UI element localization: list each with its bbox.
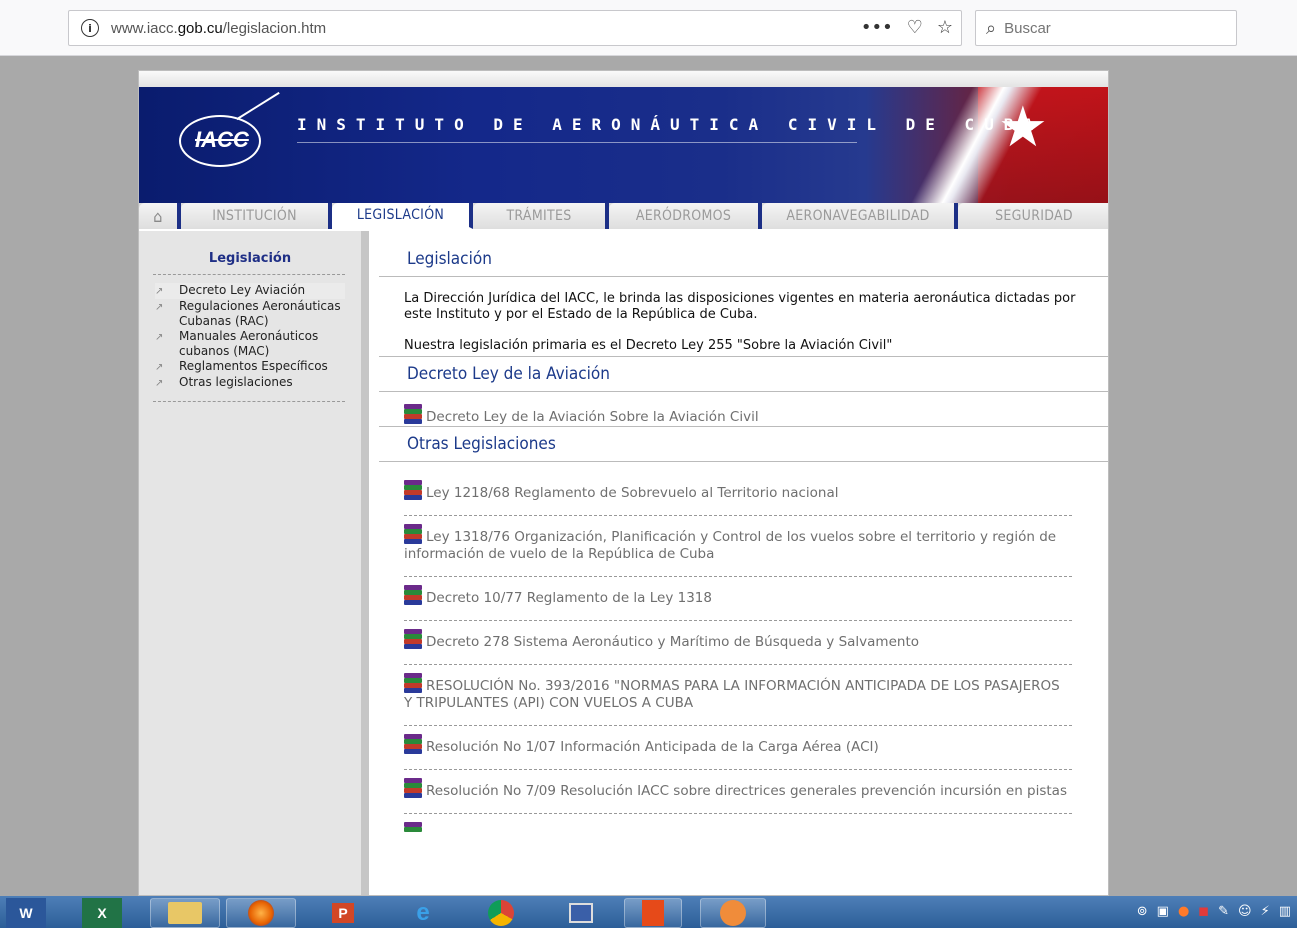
- powerpoint-taskbar-icon[interactable]: P: [318, 898, 368, 928]
- list-item[interactable]: Resolución No 1/07 Información Anticipad…: [404, 726, 1072, 770]
- books-icon: [404, 480, 426, 500]
- app2-taskbar-icon[interactable]: [700, 898, 766, 928]
- tray-icon[interactable]: ●: [1178, 904, 1189, 919]
- section-heading-decreto: Decreto Ley de la Aviación: [379, 356, 1108, 392]
- sidebar-title: Legislación: [208, 251, 292, 266]
- list-item[interactable]: Ley 1318/76 Organización, Planificación …: [404, 516, 1072, 577]
- tray-icon[interactable]: ✎: [1218, 904, 1229, 919]
- pocket-icon[interactable]: ♡: [907, 17, 923, 38]
- more-icon[interactable]: •••: [861, 17, 893, 38]
- books-icon: [404, 822, 426, 842]
- firefox-taskbar-icon[interactable]: [226, 898, 296, 928]
- sidebar-menu: ↗ Decreto Ley Aviación ↗ Regulaciones Aero…: [155, 283, 345, 391]
- tab-legislacion[interactable]: LEGISLACIÓN: [332, 203, 473, 229]
- sidebar-item-otras[interactable]: ↗ Otras legislaciones: [155, 375, 345, 391]
- search-input[interactable]: [1004, 19, 1205, 37]
- books-icon: [404, 585, 426, 605]
- page-container: ★ IACC INSTITUTO DE AERONÁUTICA CIVIL DE…: [138, 70, 1109, 896]
- tab-tramites[interactable]: TRÁMITES: [473, 203, 609, 229]
- pdf-taskbar-icon[interactable]: [624, 898, 682, 928]
- primary-text: Nuestra legislación primaria es el Decre…: [404, 338, 893, 353]
- tab-aeronavegabilidad[interactable]: AERONAVEGABILIDAD: [762, 203, 958, 229]
- sidebar-divider: [153, 274, 345, 275]
- search-icon: ⌕: [986, 17, 997, 39]
- header-banner: ★ IACC INSTITUTO DE AERONÁUTICA CIVIL DE…: [139, 87, 1108, 205]
- explorer-taskbar-icon[interactable]: [150, 898, 220, 928]
- list-item[interactable]: Decreto 10/77 Reglamento de la Ley 1318: [404, 577, 1072, 621]
- logo-streak: [236, 91, 280, 121]
- list-item[interactable]: RESOLUCIÓN No. 393/2016 "NORMAS PARA LA …: [404, 665, 1072, 726]
- tab-home[interactable]: ⌂: [139, 203, 181, 229]
- page-top-strip: [139, 71, 1108, 87]
- chrome-taskbar-icon[interactable]: [476, 898, 526, 928]
- books-icon: [404, 524, 426, 544]
- tab-seguridad[interactable]: SEGURIDAD: [958, 203, 1108, 229]
- url-text[interactable]: www.iacc.gob.cu/legislacion.htm: [111, 20, 326, 37]
- arrow-icon: ↗: [155, 286, 164, 297]
- sidebar-item-rac[interactable]: ↗ Regulaciones Aeronáuticas Cubanas (RAC): [155, 299, 345, 329]
- info-icon[interactable]: i: [81, 19, 99, 37]
- arrow-icon: ↗: [155, 378, 164, 389]
- books-icon: [404, 629, 426, 649]
- arrow-icon: ↗: [155, 302, 164, 313]
- main-content: Legislación La Dirección Jurídica del IA…: [379, 231, 1108, 857]
- books-icon: [404, 734, 426, 754]
- iacc-logo[interactable]: IACC: [175, 91, 280, 185]
- tab-aerodromos[interactable]: AERÓDROMOS: [609, 203, 762, 229]
- otras-list: Ley 1218/68 Reglamento de Sobrevuelo al …: [379, 472, 1108, 857]
- section-heading-legislacion: Legislación: [379, 241, 1108, 277]
- search-box[interactable]: ⌕: [975, 10, 1237, 46]
- address-bar[interactable]: i www.iacc.gob.cu/legislacion.htm ••• ♡ …: [68, 10, 962, 46]
- books-icon: [404, 778, 426, 798]
- tray-icon[interactable]: ⚡: [1261, 904, 1270, 919]
- site-title: INSTITUTO DE AERONÁUTICA CIVIL DE CUBA: [297, 115, 1044, 134]
- title-underline: [297, 142, 857, 143]
- list-item[interactable]: Decreto Ley de la Aviación Sobre la Avia…: [404, 392, 1072, 426]
- tray-icon[interactable]: ⊚: [1137, 904, 1148, 919]
- browser-toolbar: i www.iacc.gob.cu/legislacion.htm ••• ♡ …: [0, 0, 1297, 56]
- books-icon: [404, 673, 426, 693]
- logo-text: IACC: [195, 127, 249, 152]
- star-icon[interactable]: ☆: [937, 17, 953, 38]
- main-nav: ⌂ INSTITUCIÓN LEGISLACIÓN TRÁMITES AERÓD…: [139, 203, 1108, 229]
- list-item[interactable]: Decreto 278 Sistema Aeronáutico y Maríti…: [404, 621, 1072, 665]
- sidebar-item-mac[interactable]: ↗ Manuales Aeronáuticos cubanos (MAC): [155, 329, 345, 359]
- sidebar-divider: [153, 401, 345, 402]
- intro-text: La Dirección Jurídica del IACC, le brind…: [404, 291, 1076, 322]
- ie-taskbar-icon[interactable]: e: [398, 898, 448, 928]
- tray-icon[interactable]: ▣: [1157, 904, 1169, 919]
- word-taskbar-icon[interactable]: W: [6, 898, 46, 928]
- sidebar-item-reglamentos[interactable]: ↗ Reglamentos Específicos: [155, 359, 345, 375]
- arrow-icon: ↗: [155, 362, 164, 373]
- books-icon: [404, 404, 426, 424]
- arrow-icon: ↗: [155, 332, 164, 343]
- tab-institucion[interactable]: INSTITUCIÓN: [181, 203, 332, 229]
- app-taskbar-icon[interactable]: [556, 898, 606, 928]
- tray-icon[interactable]: ☺: [1238, 904, 1252, 919]
- list-item[interactable]: Ley 1218/68 Reglamento de Sobrevuelo al …: [404, 472, 1072, 516]
- system-tray: ⊚ ▣ ● ◼ ✎ ☺ ⚡ ▥: [1137, 904, 1291, 919]
- list-item[interactable]: [404, 814, 1072, 857]
- section-heading-otras: Otras Legislaciones: [379, 426, 1108, 462]
- sidebar: Legislación ↗ Decreto Ley Aviación ↗ Regul…: [139, 231, 369, 895]
- home-icon: ⌂: [153, 206, 163, 226]
- tray-icon[interactable]: ◼: [1198, 904, 1209, 919]
- list-item[interactable]: Resolución No 7/09 Resolución IACC sobre…: [404, 770, 1072, 814]
- tray-icon[interactable]: ▥: [1279, 904, 1291, 919]
- os-taskbar: W X P e ⊚ ▣ ● ◼ ✎ ☺ ⚡ ▥: [0, 896, 1297, 928]
- sidebar-item-decreto[interactable]: ↗ Decreto Ley Aviación: [155, 283, 345, 299]
- excel-taskbar-icon[interactable]: X: [82, 898, 122, 928]
